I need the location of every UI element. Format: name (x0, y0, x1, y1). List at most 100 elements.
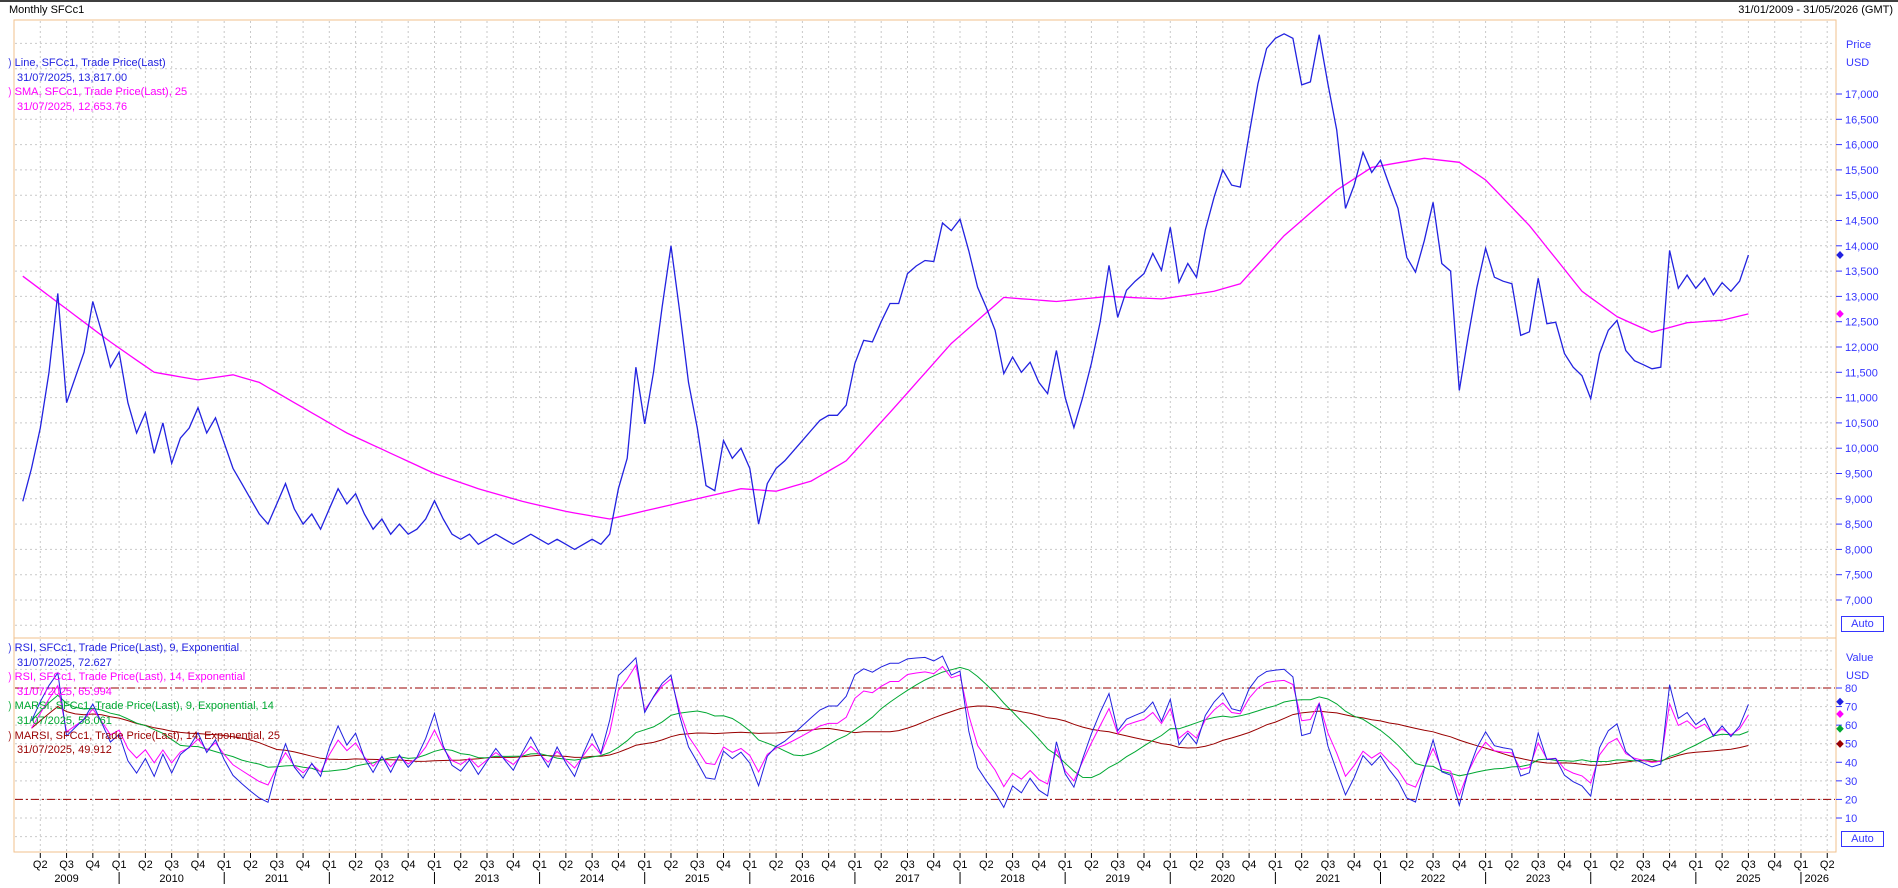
quarter-label: Q4 (1452, 859, 1467, 871)
price-tick-label: 9,500 (1845, 469, 1873, 481)
year-label: 2009 (54, 873, 78, 885)
value-axis-title: Value (1846, 652, 1873, 664)
price-tick-label: 17,000 (1845, 89, 1879, 101)
price-tick-label: 7,000 (1845, 595, 1873, 607)
quarter-label: Q2 (348, 859, 363, 871)
quarter-label: Q3 (1741, 859, 1756, 871)
legend-price-line: )Line, SFCc1, Trade Price(Last) (8, 56, 187, 71)
quarter-label: Q3 (1531, 859, 1546, 871)
rsi-last-marker (1836, 740, 1844, 748)
value-tick-label: 50 (1845, 739, 1857, 751)
year-label: 2021 (1316, 873, 1340, 885)
year-label: 2013 (475, 873, 499, 885)
sma-line (23, 158, 1749, 519)
price-line (23, 34, 1749, 550)
price-tick-label: 10,000 (1845, 443, 1879, 455)
year-label: 2010 (159, 873, 183, 885)
year-label: 2018 (1000, 873, 1024, 885)
quarter-label: Q2 (453, 859, 468, 871)
value-tick-label: 70 (1845, 702, 1857, 714)
legend-sma-line: )SMA, SFCc1, Trade Price(Last), 25 (8, 85, 187, 100)
curve-swatch-icon: ) (8, 670, 11, 685)
quarter-label: Q4 (191, 859, 206, 871)
quarter-label: Q2 (1820, 859, 1835, 871)
price-tick-label: 12,000 (1845, 342, 1879, 354)
marsi9-line (32, 667, 1749, 777)
quarter-label: Q3 (1636, 859, 1651, 871)
quarter-label: Q2 (1399, 859, 1414, 871)
price-tick-label: 15,000 (1845, 190, 1879, 202)
price-tick-label: 16,500 (1845, 114, 1879, 126)
value-scale-auto-button[interactable]: Auto (1841, 831, 1884, 847)
quarter-label: Q3 (164, 859, 179, 871)
year-label: 2025 (1736, 873, 1760, 885)
quarter-label: Q3 (1005, 859, 1020, 871)
legend-marsi9-value: 31/07/2025, 58.061 (8, 714, 280, 729)
year-label: 2022 (1421, 873, 1445, 885)
quarter-label: Q1 (1058, 859, 1073, 871)
quarter-label: Q3 (1321, 859, 1336, 871)
quarter-label: Q2 (243, 859, 258, 871)
quarter-label: Q1 (532, 859, 547, 871)
price-axis-title: Price (1846, 39, 1871, 51)
quarter-label: Q2 (138, 859, 153, 871)
quarter-label: Q1 (112, 859, 127, 871)
legend-rsi14-line: )RSI, SFCc1, Trade Price(Last), 14, Expo… (8, 670, 280, 685)
curve-swatch-icon: ) (8, 85, 11, 100)
quarter-label: Q4 (821, 859, 836, 871)
quarter-label: Q3 (690, 859, 705, 871)
quarter-label: Q3 (1426, 859, 1441, 871)
quarter-label: Q2 (1715, 859, 1730, 871)
price-tick-label: 14,500 (1845, 216, 1879, 228)
price-scale-auto-button[interactable]: Auto (1841, 616, 1884, 632)
price-tick-label: 11,500 (1845, 367, 1878, 379)
gridlines (15, 21, 1835, 851)
quarter-label: Q3 (269, 859, 284, 871)
quarter-label: Q1 (217, 859, 232, 871)
sma-last-marker (1836, 310, 1844, 318)
price-last-marker (1836, 251, 1844, 259)
quarter-label: Q2 (33, 859, 48, 871)
legend-marsi9-line: )MARSI, SFCc1, Trade Price(Last), 9, Exp… (8, 699, 280, 714)
quarter-label: Q4 (1032, 859, 1047, 871)
quarter-label: Q1 (1583, 859, 1598, 871)
chart-canvas[interactable]: 17,00016,50016,00015,50015,00014,50014,0… (0, 0, 1898, 888)
value-tick-label: 20 (1845, 794, 1857, 806)
price-tick-label: 8,500 (1845, 519, 1873, 531)
quarter-label: Q4 (611, 859, 626, 871)
quarter-label: Q1 (427, 859, 442, 871)
quarter-label: Q3 (585, 859, 600, 871)
price-tick-label: 10,500 (1845, 418, 1879, 430)
year-label: 2015 (685, 873, 709, 885)
quarter-label: Q2 (979, 859, 994, 871)
rsi-last-marker (1836, 698, 1844, 706)
quarter-label: Q1 (953, 859, 968, 871)
legend-marsi14-value: 31/07/2025, 49.912 (8, 743, 280, 758)
rsi-series (15, 656, 1835, 807)
x-axis: Q2 Q3 Q4 Q1 Q2 Q3 Q4 Q1 Q2 Q3 Q4 Q1 Q2 Q3 Q4 Q1 Q2 Q3 Q4 Q1… (33, 853, 1835, 885)
rsi-legend: )RSI, SFCc1, Trade Price(Last), 9, Expon… (8, 641, 280, 758)
rsi-last-marker (1836, 710, 1844, 718)
quarter-label: Q4 (926, 859, 941, 871)
year-label: 2023 (1526, 873, 1550, 885)
chart-title: Monthly SFCc1 (9, 4, 84, 16)
year-label: 2014 (580, 873, 604, 885)
rsi14-line (32, 665, 1749, 795)
price-tick-label: 12,500 (1845, 317, 1879, 329)
curve-swatch-icon: ) (8, 699, 11, 714)
legend-sma-value: 31/07/2025, 12,653.76 (8, 100, 187, 115)
quarter-label: Q1 (848, 859, 863, 871)
price-series (23, 34, 1749, 550)
price-axis-ticks: 17,00016,50016,00015,50015,00014,50014,0… (1836, 89, 1879, 607)
price-tick-label: 9,000 (1845, 494, 1873, 506)
quarter-label: Q2 (664, 859, 679, 871)
price-tick-label: 13,000 (1845, 291, 1879, 303)
quarter-label: Q4 (716, 859, 731, 871)
quarter-label: Q1 (1689, 859, 1704, 871)
quarter-label: Q4 (1137, 859, 1152, 871)
quarter-label: Q4 (296, 859, 311, 871)
value-tick-label: 40 (1845, 757, 1857, 769)
price-axis-unit: USD (1846, 57, 1869, 69)
year-label: 2016 (790, 873, 814, 885)
quarter-label: Q1 (322, 859, 337, 871)
